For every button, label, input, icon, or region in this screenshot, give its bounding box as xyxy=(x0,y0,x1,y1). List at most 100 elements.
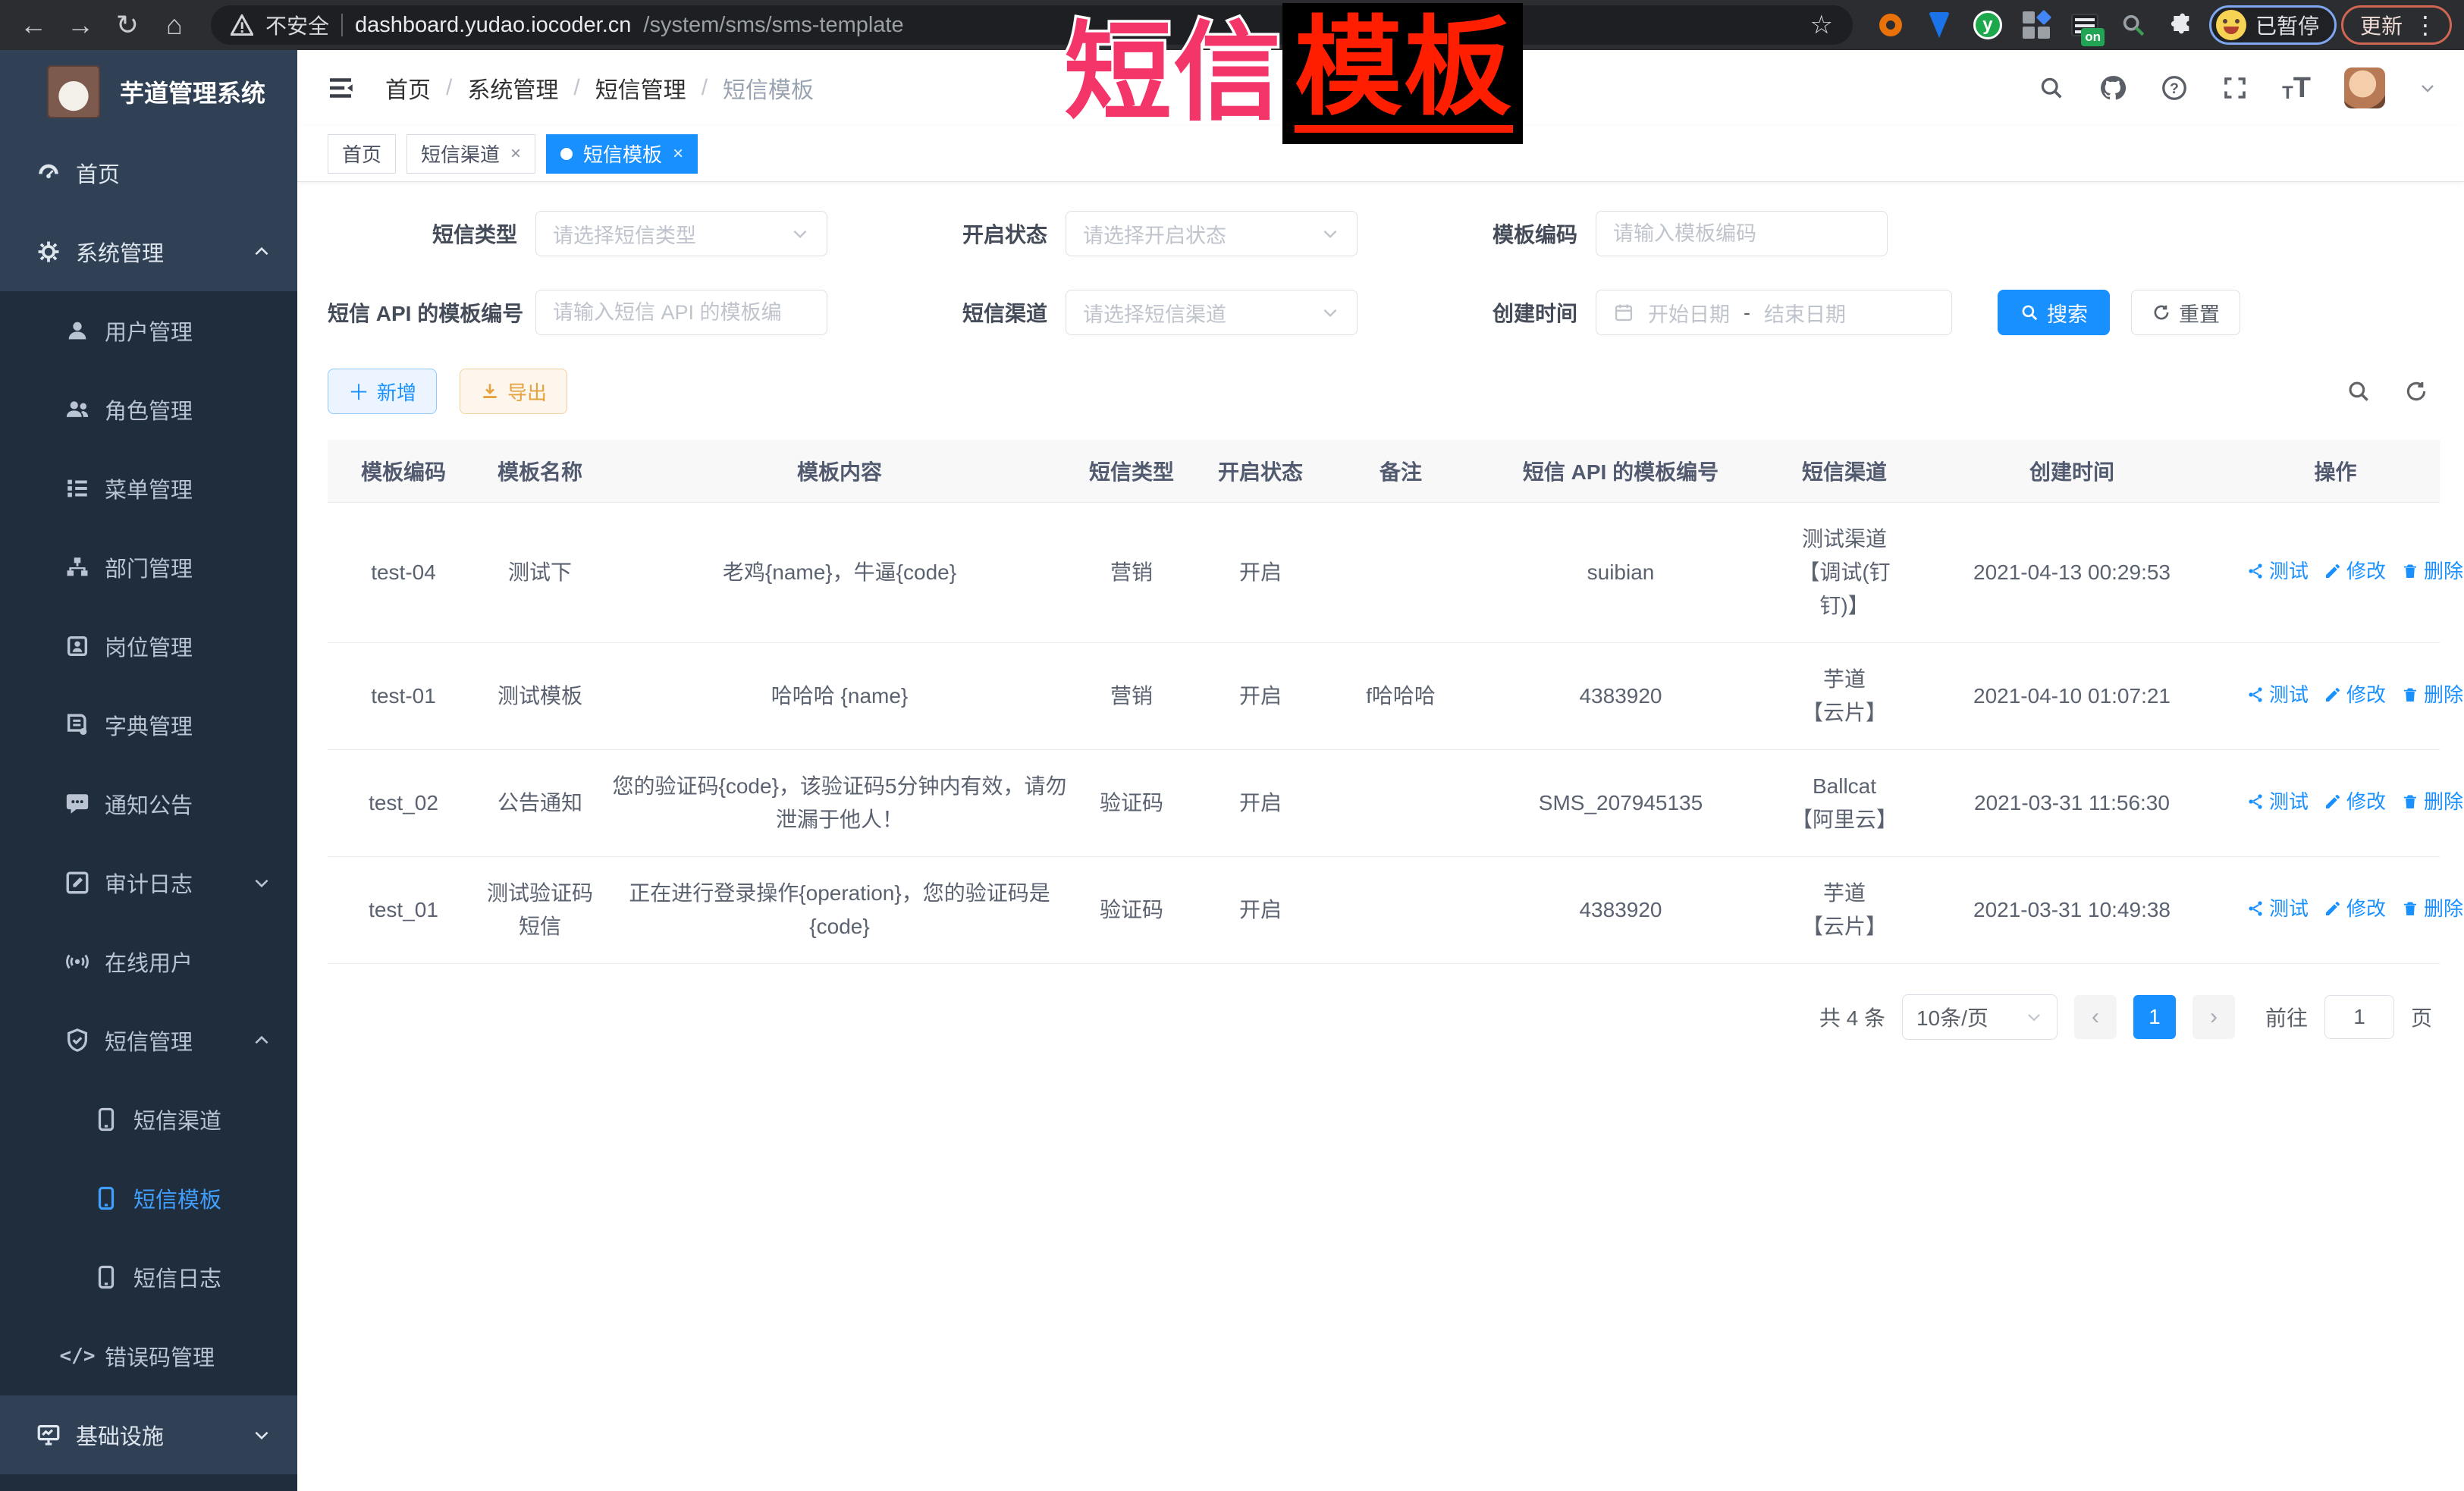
sidebar-item-error-code[interactable]: </> 错误码管理 xyxy=(0,1317,297,1395)
search-button[interactable]: 搜索 xyxy=(1998,290,2110,335)
sidebar-item-notice-mgmt[interactable]: 通知公告 xyxy=(0,764,297,843)
sidebar-item-infrastructure[interactable]: 基础设施 xyxy=(0,1395,297,1474)
sidebar-item-label: 错误码管理 xyxy=(105,1340,215,1372)
bookmark-star-icon[interactable]: ☆ xyxy=(1810,10,1832,40)
add-button[interactable]: ＋ 新增 xyxy=(328,369,437,414)
sidebar-item-sms-log[interactable]: 短信日志 xyxy=(0,1238,297,1317)
trash-icon xyxy=(2401,793,2419,811)
edit-link[interactable]: 修改 xyxy=(2324,554,2386,588)
reload-icon[interactable]: ↻ xyxy=(106,5,149,45)
sidebar-item-menu-mgmt[interactable]: 菜单管理 xyxy=(0,449,297,528)
search-icon xyxy=(2020,303,2039,322)
channel-select[interactable]: 请选择短信渠道 xyxy=(1066,290,1358,335)
extension-donut-icon[interactable] xyxy=(1875,10,1906,40)
sidebar-item-user-mgmt[interactable]: 用户管理 xyxy=(0,291,297,370)
test-link[interactable]: 测试 xyxy=(2246,678,2309,711)
sidebar-item-online-users[interactable]: 在线用户 xyxy=(0,922,297,1001)
edit-link[interactable]: 修改 xyxy=(2324,892,2386,925)
extension-grid-icon[interactable] xyxy=(2021,10,2051,40)
sidebar-item-sms-template[interactable]: 短信模板 xyxy=(0,1159,297,1238)
reset-button[interactable]: 重置 xyxy=(2131,290,2240,335)
sidebar-item-label: 用户管理 xyxy=(105,315,193,347)
sidebar-item-system[interactable]: 系统管理 xyxy=(0,212,297,291)
breadcrumb-home[interactable]: 首页 xyxy=(385,71,431,105)
date-range-picker[interactable]: 开始日期 - 结束日期 xyxy=(1596,290,1952,335)
extension-magnifier-icon[interactable] xyxy=(2118,10,2149,40)
download-icon xyxy=(480,381,500,401)
app-logo-row[interactable]: 芋道管理系统 xyxy=(0,50,297,133)
current-page-button[interactable]: 1 xyxy=(2133,995,2176,1039)
extensions-puzzle-icon[interactable] xyxy=(2167,10,2197,40)
col-header: 模板编码 xyxy=(328,440,479,502)
github-icon[interactable] xyxy=(2098,74,2127,102)
extension-list-icon[interactable]: on xyxy=(2070,10,2100,40)
header-search-icon[interactable] xyxy=(2038,74,2065,102)
close-icon[interactable]: × xyxy=(673,143,683,165)
col-header: 模板内容 xyxy=(601,440,1078,502)
plus-icon: ＋ xyxy=(348,376,369,406)
sms-type-select[interactable]: 请选择短信类型 xyxy=(535,211,827,256)
extension-green-icon[interactable]: y xyxy=(1973,10,2003,40)
status-select[interactable]: 请选择开启状态 xyxy=(1066,211,1358,256)
url-host: dashboard.yudao.iocoder.cn xyxy=(355,13,631,38)
avatar-caret-icon[interactable] xyxy=(2418,79,2437,97)
template-code-input[interactable] xyxy=(1613,222,1870,246)
api-template-id-input[interactable] xyxy=(553,301,810,325)
delete-link[interactable]: 删除 xyxy=(2401,554,2463,588)
toggle-search-icon[interactable] xyxy=(2346,378,2371,404)
breadcrumb-system[interactable]: 系统管理 xyxy=(467,71,558,105)
next-page-button[interactable]: › xyxy=(2192,995,2235,1039)
browser-menu-icon[interactable]: ⋮ xyxy=(2413,11,2437,39)
test-link[interactable]: 测试 xyxy=(2246,892,2309,925)
sidebar-item-role-mgmt[interactable]: 角色管理 xyxy=(0,370,297,449)
address-bar[interactable]: 不安全 dashboard.yudao.iocoder.cn/system/sm… xyxy=(211,5,1853,45)
font-size-icon[interactable]: TT xyxy=(2282,74,2311,102)
export-button[interactable]: 导出 xyxy=(460,369,567,414)
test-link[interactable]: 测试 xyxy=(2246,554,2309,588)
forward-icon[interactable]: → xyxy=(59,5,102,45)
sidebar-item-audit-log[interactable]: 审计日志 xyxy=(0,843,297,922)
tag-home[interactable]: 首页 xyxy=(328,134,396,174)
extensions-row: y on xyxy=(1875,10,2197,40)
test-link[interactable]: 测试 xyxy=(2246,785,2309,818)
delete-link[interactable]: 删除 xyxy=(2401,892,2463,925)
filter-api-id: 短信 API 的模板编号 xyxy=(328,290,827,335)
help-icon[interactable]: ? xyxy=(2161,74,2188,102)
goto-page-input[interactable] xyxy=(2324,995,2394,1039)
back-icon[interactable]: ← xyxy=(12,5,55,45)
close-icon[interactable]: × xyxy=(510,143,521,165)
prev-page-button[interactable]: ‹ xyxy=(2074,995,2117,1039)
home-icon[interactable]: ⌂ xyxy=(153,5,196,45)
table-row: test_01 测试验证码短信 正在进行登录操作{operation}，您的验证… xyxy=(328,856,2440,963)
chevron-down-icon xyxy=(2025,1008,2043,1026)
sidebar-item-home[interactable]: 首页 xyxy=(0,133,297,212)
extension-drop-icon[interactable] xyxy=(1924,10,1954,40)
edit-link[interactable]: 修改 xyxy=(2324,678,2386,711)
tag-sms-channel[interactable]: 短信渠道 × xyxy=(406,134,535,174)
col-header: 短信类型 xyxy=(1078,440,1185,502)
browser-update-button[interactable]: 更新 ⋮ xyxy=(2341,5,2452,45)
page-size-select[interactable]: 10条/页 xyxy=(1902,994,2058,1040)
fullscreen-icon[interactable] xyxy=(2221,74,2249,102)
chevron-down-icon xyxy=(1320,303,1340,322)
sidebar-item-post-mgmt[interactable]: 岗位管理 xyxy=(0,607,297,686)
sidebar: 芋道管理系统 首页 系统管理 用户管理 角色管理 菜单管理 部门管理 xyxy=(0,50,297,1491)
delete-link[interactable]: 删除 xyxy=(2401,785,2463,818)
profile-paused-pill[interactable]: 已暂停 xyxy=(2209,5,2337,45)
edit-link[interactable]: 修改 xyxy=(2324,785,2386,818)
sidebar-fold-icon[interactable] xyxy=(325,72,356,104)
sidebar-item-sms-mgmt[interactable]: 短信管理 xyxy=(0,1001,297,1080)
sidebar-item-dict-mgmt[interactable]: 字典管理 xyxy=(0,686,297,764)
sidebar-item-label: 短信渠道 xyxy=(133,1103,221,1135)
tag-sms-template[interactable]: 短信模板 × xyxy=(546,134,698,174)
profile-avatar-emoji xyxy=(2216,10,2246,40)
refresh-table-icon[interactable] xyxy=(2403,378,2429,404)
edit-icon xyxy=(2324,793,2342,811)
user-avatar[interactable] xyxy=(2344,67,2385,108)
sidebar-item-dept-mgmt[interactable]: 部门管理 xyxy=(0,528,297,607)
breadcrumb-sms[interactable]: 短信管理 xyxy=(595,71,686,105)
sidebar-item-label: 岗位管理 xyxy=(105,630,193,662)
delete-link[interactable]: 删除 xyxy=(2401,678,2463,711)
sms-template-table: 模板编码 模板名称 模板内容 短信类型 开启状态 备注 短信 API 的模板编号… xyxy=(328,440,2440,964)
sidebar-item-sms-channel[interactable]: 短信渠道 xyxy=(0,1080,297,1159)
